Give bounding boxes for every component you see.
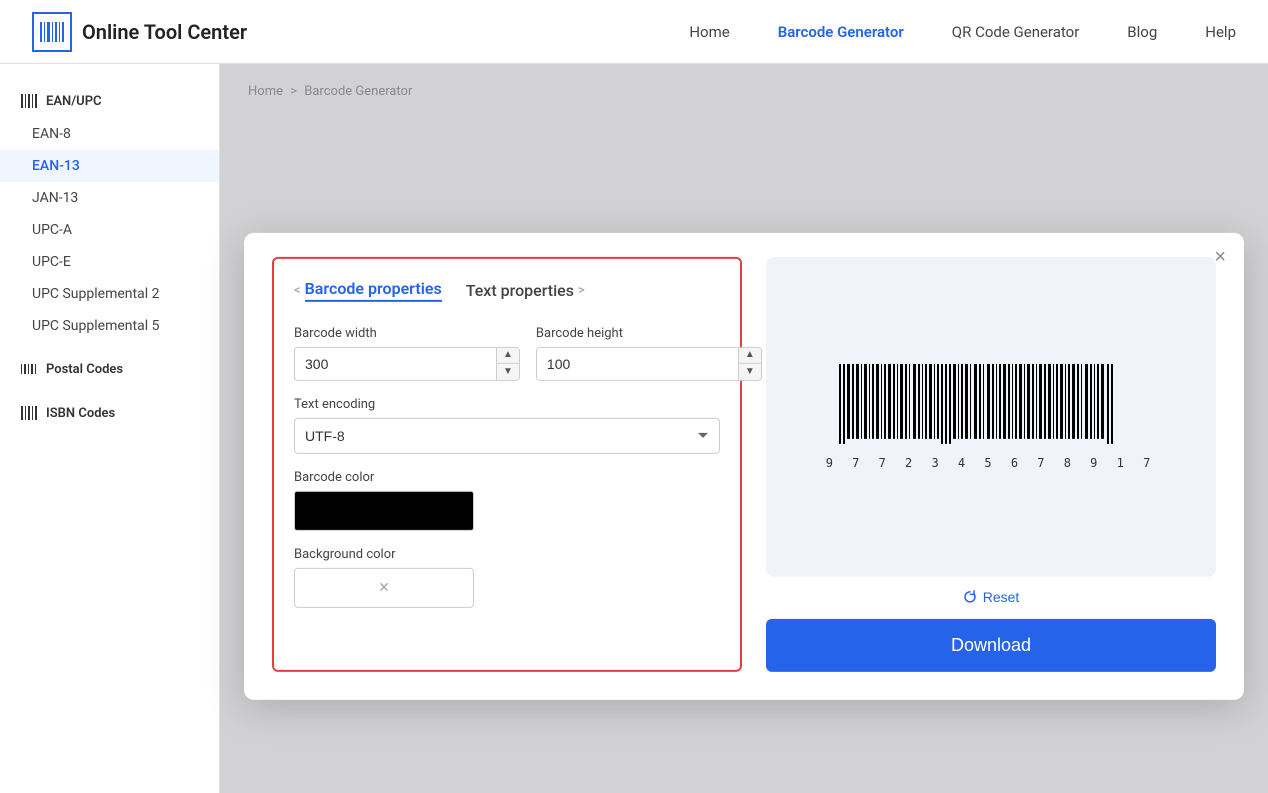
modal-body: < Barcode properties Text properties > B… (272, 256, 1216, 671)
background-color-field[interactable]: × (294, 567, 474, 607)
reset-label: Reset (983, 588, 1020, 604)
panel-tab-barcode-properties[interactable]: < Barcode properties (294, 274, 442, 305)
barcode-height-spinner[interactable]: ▲ ▼ (536, 346, 762, 380)
barcode-width-spinner[interactable]: ▲ ▼ (294, 346, 520, 380)
sidebar-section-ean-upc: EAN/UPC (0, 84, 219, 118)
logo[interactable]: Online Tool Center (32, 12, 247, 52)
main-area: Home > Barcode Generator × < Barcode pro… (220, 64, 1268, 793)
sidebar-item-upce[interactable]: UPC-E (0, 246, 219, 278)
sidebar-item-upca[interactable]: UPC-A (0, 214, 219, 246)
logo-icon (32, 12, 72, 52)
height-decrease-button[interactable]: ▼ (739, 364, 761, 380)
barcode-svg-container: 9 7 7 2 3 4 5 6 7 8 9 1 7 (826, 363, 1157, 469)
nav-blog[interactable]: Blog (1127, 23, 1157, 41)
barcode-width-group: Barcode width ▲ ▼ (294, 325, 520, 380)
background-color-group: Background color × (294, 546, 720, 607)
panel-tabs: < Barcode properties Text properties > (294, 274, 720, 305)
page-content: EAN/UPC EAN-8 EAN-13 JAN-13 UPC-A UPC-E … (0, 64, 1268, 793)
panel-tab-text-properties[interactable]: Text properties > (466, 276, 585, 303)
sidebar-item-upc-supp2[interactable]: UPC Supplemental 2 (0, 278, 219, 310)
text-encoding-select[interactable]: UTF-8 ISO-8859-1 ASCII (294, 417, 720, 453)
main-nav: Home Barcode Generator QR Code Generator… (689, 23, 1236, 41)
sidebar-section-postal: Postal Codes (0, 352, 219, 386)
width-spinner-buttons: ▲ ▼ (496, 347, 519, 379)
width-height-row: Barcode width ▲ ▼ Barcode height (294, 325, 720, 380)
text-encoding-group: Text encoding UTF-8 ISO-8859-1 ASCII (294, 396, 720, 453)
barcode-properties-tab-label: Barcode properties (305, 278, 442, 301)
height-spinner-buttons: ▲ ▼ (738, 347, 761, 379)
barcode-width-label: Barcode width (294, 325, 520, 340)
sidebar: EAN/UPC EAN-8 EAN-13 JAN-13 UPC-A UPC-E … (0, 64, 220, 793)
background-color-clear[interactable]: × (379, 578, 389, 596)
header: Online Tool Center Home Barcode Generato… (0, 0, 1268, 64)
nav-home[interactable]: Home (689, 23, 729, 41)
nav-barcode-generator[interactable]: Barcode Generator (778, 23, 904, 41)
barcode-color-label: Barcode color (294, 469, 720, 484)
width-increase-button[interactable]: ▲ (497, 347, 519, 364)
text-properties-tab-label: Text properties (466, 280, 574, 299)
sidebar-section-isbn: ISBN Codes (0, 396, 219, 430)
download-button[interactable]: Download (766, 618, 1216, 671)
background-color-label: Background color (294, 546, 720, 561)
barcode-color-group: Barcode color (294, 469, 720, 530)
barcode-color-swatch[interactable] (294, 490, 474, 530)
modal-close-button[interactable]: × (1214, 246, 1226, 266)
barcode-display: 9 7 7 2 3 4 5 6 7 8 9 1 7 Reset Download (766, 256, 1216, 671)
sidebar-section-isbn-label: ISBN Codes (46, 406, 115, 421)
sidebar-item-ean13[interactable]: EAN-13 (0, 150, 219, 182)
barcode-image-area: 9 7 7 2 3 4 5 6 7 8 9 1 7 (766, 256, 1216, 576)
nav-qr-code-generator[interactable]: QR Code Generator (952, 23, 1080, 41)
height-increase-button[interactable]: ▲ (739, 347, 761, 364)
barcode-numbers: 9 7 7 2 3 4 5 6 7 8 9 1 7 (826, 455, 1157, 469)
properties-modal: × < Barcode properties Text properties > (244, 232, 1244, 699)
reset-button[interactable]: Reset (963, 588, 1020, 604)
tab-left-arrow: < (294, 282, 301, 297)
reset-icon (963, 589, 977, 603)
barcode-height-label: Barcode height (536, 325, 762, 340)
sidebar-section-ean-upc-label: EAN/UPC (46, 94, 102, 109)
sidebar-item-upc-supp5[interactable]: UPC Supplemental 5 (0, 310, 219, 342)
barcode-height-group: Barcode height ▲ ▼ (536, 325, 762, 380)
barcode-width-input[interactable] (295, 347, 496, 379)
width-decrease-button[interactable]: ▼ (497, 364, 519, 380)
properties-panel: < Barcode properties Text properties > B… (272, 256, 742, 671)
tab-right-arrow: > (578, 282, 585, 297)
sidebar-section-postal-label: Postal Codes (46, 362, 123, 377)
sidebar-item-ean8[interactable]: EAN-8 (0, 118, 219, 150)
barcode-height-input[interactable] (537, 347, 738, 379)
logo-text: Online Tool Center (82, 20, 247, 44)
text-encoding-label: Text encoding (294, 396, 720, 411)
barcode-svg (831, 363, 1151, 453)
sidebar-item-jan13[interactable]: JAN-13 (0, 182, 219, 214)
nav-help[interactable]: Help (1205, 23, 1236, 41)
